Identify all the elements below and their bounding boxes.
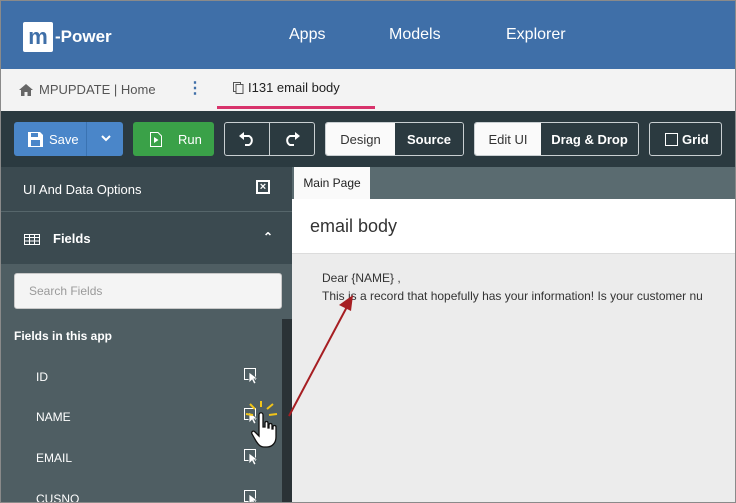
hand-pointer-icon: [245, 401, 278, 448]
options-panel: UI And Data Options × Fields ⌃ Fields in…: [1, 167, 292, 503]
run-icon: [150, 131, 162, 147]
save-icon: [28, 131, 43, 147]
more-options-icon[interactable]: ⋮: [187, 81, 203, 97]
search-fields-input[interactable]: [15, 274, 281, 308]
grid-label: Grid: [682, 131, 709, 147]
nav-models[interactable]: Models: [389, 1, 441, 69]
tab-email-body[interactable]: I131 email body: [217, 69, 375, 109]
annotation-arrow-icon: [288, 295, 353, 417]
email-line-1: Dear {NAME} ,: [322, 271, 401, 285]
edit-ui-button[interactable]: Edit UI: [475, 123, 541, 155]
field-item-label: ID: [36, 370, 48, 384]
tab-email-body-label: I131 email body: [248, 80, 340, 95]
app-window: m -Power Apps Models Explorer MPUPDATE |…: [0, 0, 736, 503]
document-copy-icon: [233, 81, 244, 94]
nav-apps[interactable]: Apps: [289, 1, 325, 69]
run-button[interactable]: Run: [133, 122, 214, 156]
undo-icon: [239, 132, 253, 146]
email-line-2: This is a record that hopefully has your…: [322, 289, 703, 303]
field-item-id[interactable]: ID: [1, 357, 282, 397]
panel-header: UI And Data Options ×: [1, 167, 292, 211]
section-label: Fields in this app: [14, 329, 113, 343]
undo-button[interactable]: [225, 123, 270, 155]
field-item-name[interactable]: NAME: [1, 397, 282, 437]
field-item-cusno[interactable]: CUSNO: [1, 479, 282, 503]
redo-button[interactable]: [270, 123, 314, 155]
table-icon: [24, 234, 40, 245]
source-button[interactable]: Source: [395, 123, 463, 155]
drag-drop-button[interactable]: Drag & Drop: [541, 123, 638, 155]
field-item-label: CUSNO: [36, 492, 80, 503]
page-title: email body: [310, 216, 398, 236]
tab-bar: MPUPDATE | Home ⋮ I131 email body: [1, 69, 735, 112]
editor-toolbar: Save Run Design Source Edit UI Drag & Dr…: [1, 111, 735, 167]
field-item-label: NAME: [36, 410, 71, 424]
top-navbar: m -Power Apps Models Explorer: [1, 1, 735, 69]
fields-header-label: Fields: [53, 231, 91, 246]
field-item-label: EMAIL: [36, 451, 73, 465]
save-button-label: Save: [49, 131, 79, 147]
save-divider: [86, 122, 87, 156]
insert-field-icon[interactable]: [244, 449, 260, 465]
fields-section-header[interactable]: Fields ⌃: [1, 211, 292, 264]
tab-main-page[interactable]: Main Page: [294, 167, 370, 199]
logo-mark: m: [23, 22, 53, 52]
grid-checkbox[interactable]: [665, 132, 678, 146]
run-button-label: Run: [178, 131, 202, 147]
logo[interactable]: m -Power: [23, 22, 112, 52]
close-icon[interactable]: ×: [256, 180, 270, 194]
email-body-text[interactable]: Dear {NAME} , This is a record that hope…: [322, 271, 703, 307]
save-button[interactable]: Save: [14, 122, 123, 156]
edit-mode-toggle: Edit UI Drag & Drop: [474, 122, 639, 156]
nav-explorer[interactable]: Explorer: [506, 1, 566, 69]
home-icon: [19, 83, 33, 96]
home-tab[interactable]: MPUPDATE | Home: [19, 82, 156, 97]
panel-title: UI And Data Options: [23, 182, 142, 197]
chevron-up-icon[interactable]: ⌃: [263, 230, 273, 244]
undo-redo-group: [224, 122, 315, 156]
design-button[interactable]: Design: [326, 123, 395, 155]
logo-text: -Power: [55, 27, 112, 46]
search-fields-field[interactable]: [14, 273, 282, 309]
insert-field-icon[interactable]: [244, 490, 260, 503]
redo-icon: [286, 132, 300, 146]
home-tab-label: MPUPDATE | Home: [39, 82, 156, 97]
insert-field-icon[interactable]: [244, 368, 260, 384]
grid-toggle[interactable]: Grid: [649, 122, 722, 156]
view-mode-toggle: Design Source: [325, 122, 464, 156]
chevron-down-icon[interactable]: [101, 135, 111, 142]
field-item-email[interactable]: EMAIL: [1, 438, 282, 478]
canvas-tab-bar: Main Page: [292, 167, 735, 199]
canvas-header: email body: [292, 199, 735, 254]
